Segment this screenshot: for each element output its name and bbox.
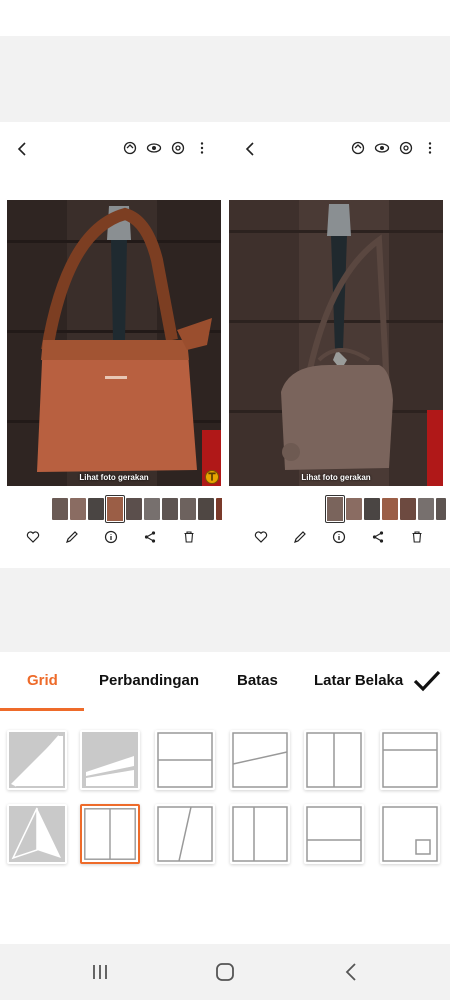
thumbnail[interactable] (346, 498, 362, 520)
more-vert-icon[interactable] (194, 140, 210, 156)
collage-cell-right[interactable]: Lihat foto gerakan (228, 122, 450, 568)
photo-grey-bag: Lihat foto gerakan (229, 200, 443, 486)
thumbnail[interactable] (88, 498, 104, 520)
viewer-action-bar (228, 530, 450, 544)
more-vert-icon[interactable] (422, 140, 438, 156)
thumbnail-strip[interactable] (325, 495, 446, 523)
info-icon[interactable] (104, 530, 118, 544)
bixby-vision-icon[interactable] (170, 140, 186, 156)
layout-vertical-split-narrow[interactable] (230, 804, 290, 864)
thumbnail[interactable] (436, 498, 446, 520)
thumbnail[interactable] (180, 498, 196, 520)
thumbnail[interactable] (364, 498, 380, 520)
viewer-topbar (0, 136, 222, 162)
active-tab-indicator (0, 708, 84, 711)
tab-border[interactable]: Batas (237, 672, 278, 689)
tab-grid[interactable]: Grid (27, 672, 58, 689)
recent-apps-icon[interactable] (88, 960, 112, 984)
pencil-icon[interactable] (293, 530, 307, 544)
thumbnail[interactable] (198, 498, 214, 520)
tab-background-clip: Latar Belakang (314, 672, 404, 692)
thumbnail-current[interactable] (325, 495, 345, 523)
back-icon[interactable] (14, 140, 32, 158)
thumbnail-current[interactable] (105, 495, 125, 523)
motion-photo-label[interactable]: Lihat foto gerakan (229, 473, 443, 482)
layout-horizontal-split-top[interactable] (380, 730, 440, 790)
trash-icon[interactable] (410, 530, 424, 544)
photo-brown-bag: Lihat foto gerakan (7, 200, 221, 486)
home-icon[interactable] (213, 960, 237, 984)
share-icon[interactable] (143, 530, 157, 544)
thumbnail[interactable] (70, 498, 86, 520)
thumbnail[interactable] (162, 498, 178, 520)
layout-slanted-horizontal[interactable] (230, 730, 290, 790)
thumbnail[interactable] (400, 498, 416, 520)
layout-horizontal-split-wide[interactable] (304, 804, 364, 864)
tab-background[interactable]: Latar Belakang (314, 672, 404, 689)
layout-kite-split[interactable] (7, 804, 67, 864)
remaster-icon[interactable] (122, 140, 138, 156)
bixby-vision-icon[interactable] (398, 140, 414, 156)
status-bar-area (0, 0, 450, 36)
layout-diagonal-wedge[interactable] (80, 730, 140, 790)
eye-icon[interactable] (374, 140, 390, 156)
heart-icon[interactable] (26, 530, 40, 544)
collage-border[interactable] (222, 122, 228, 568)
viewer-topbar (228, 136, 450, 162)
motion-photo-label[interactable]: Lihat foto gerakan (7, 473, 221, 482)
thumbnail[interactable] (144, 498, 160, 520)
info-icon[interactable] (332, 530, 346, 544)
share-icon[interactable] (371, 530, 385, 544)
tab-comparison[interactable]: Perbandingan (99, 672, 199, 689)
layout-picture-in-picture[interactable] (380, 804, 440, 864)
editor-tabs: Grid Perbandingan Batas Latar Belakang (0, 652, 450, 712)
thumbnail[interactable] (126, 498, 142, 520)
trash-icon[interactable] (182, 530, 196, 544)
eye-icon[interactable] (146, 140, 162, 156)
thumbnail-strip[interactable] (52, 495, 224, 523)
layout-vertical-split[interactable] (304, 730, 364, 790)
collage-editor-panel: Grid Perbandingan Batas Latar Belakang (0, 652, 450, 944)
layout-slanted-vertical[interactable] (155, 804, 215, 864)
viewer-action-bar (0, 530, 222, 544)
thumbnail[interactable] (52, 498, 68, 520)
back-nav-icon[interactable] (340, 960, 364, 984)
system-navigation-bar (0, 944, 450, 1000)
remaster-icon[interactable] (350, 140, 366, 156)
check-icon[interactable] (412, 668, 442, 694)
layout-diagonal-triangle[interactable] (7, 730, 67, 790)
back-icon[interactable] (242, 140, 260, 158)
thumbnail[interactable] (382, 498, 398, 520)
collage-cell-left[interactable]: Lihat foto gerakan (0, 122, 224, 568)
motion-photo-badge-icon[interactable] (205, 470, 219, 484)
top-spacer (0, 36, 450, 122)
layout-vertical-split-selected[interactable] (80, 804, 140, 864)
heart-icon[interactable] (254, 530, 268, 544)
thumbnail[interactable] (418, 498, 434, 520)
pencil-icon[interactable] (65, 530, 79, 544)
layout-horizontal-split[interactable] (155, 730, 215, 790)
